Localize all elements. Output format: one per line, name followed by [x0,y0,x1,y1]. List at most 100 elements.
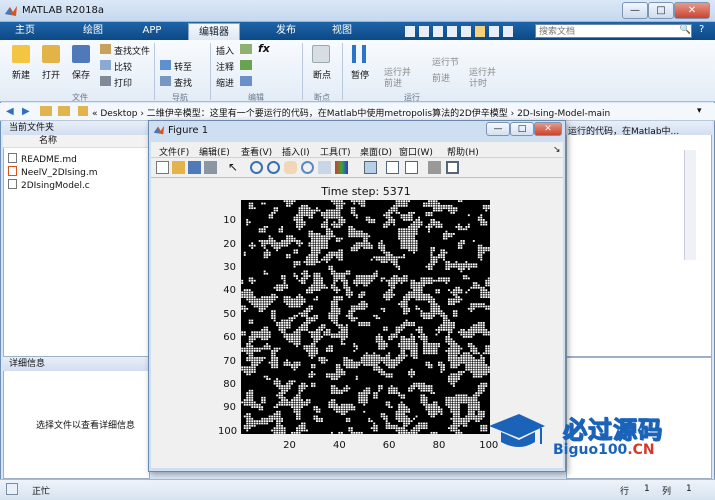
find-button[interactable]: 查找 [174,76,192,89]
spin-up-cell [263,303,266,306]
figure-close-button[interactable]: ✕ [534,122,562,136]
spin-up-cell [368,392,371,394]
brush-icon[interactable] [335,161,348,174]
pause-button[interactable]: 暂停 [351,68,369,81]
file-2disingmodel-c[interactable]: 2DIsingModel.c [8,179,90,191]
spin-up-cell [330,233,333,235]
maximize-button[interactable]: □ [648,2,674,19]
insert-button[interactable]: 插入 [216,44,234,57]
spin-up-cell [398,420,401,423]
goto-button[interactable]: 转至 [174,60,192,73]
rotate-3d-icon[interactable] [301,161,314,174]
indent-button[interactable]: 缩进 [216,76,234,89]
open-button[interactable]: 打开 [42,68,60,81]
zoom-in-icon[interactable] [250,161,263,174]
spin-up-cell [358,303,361,306]
spin-up-cell [350,293,353,296]
spin-up-cell [318,338,321,341]
tab-apps[interactable]: APP [134,22,170,40]
quick-access-icons[interactable] [403,25,515,38]
run-advance-button[interactable]: 运行并前进 [384,68,412,90]
menu-edit[interactable]: 编辑(E) [199,145,230,158]
close-button[interactable]: ✕ [674,2,710,19]
back-arrow-icon[interactable]: ◀ [6,106,14,117]
spin-up-cell [288,298,291,301]
show-plot-tools-icon[interactable] [446,161,459,174]
spin-up-cell [286,286,289,289]
spin-up-cell [475,375,478,378]
file-neelv-2dising[interactable]: NeelV_2DIsing.m [8,166,98,178]
save-button[interactable]: 保存 [72,68,90,81]
run-section-button[interactable]: 运行节 [432,55,459,68]
menu-view[interactable]: 查看(V) [241,145,272,158]
advance-button[interactable]: 前进 [432,71,450,84]
spin-up-cell [455,361,458,364]
spin-up-cell [288,387,291,390]
data-cursor-icon[interactable] [318,161,331,174]
menu-insert[interactable]: 插入(I) [282,145,310,158]
tab-plots[interactable]: 绘图 [76,22,110,40]
menu-file[interactable]: 文件(F) [159,145,189,158]
run-and-time-button[interactable]: 运行并计时 [469,68,497,90]
search-icon[interactable]: 🔍 [679,24,692,38]
tab-editor[interactable]: 编辑器 [188,23,240,40]
spin-up-cell [263,256,266,259]
editor-scrollbar[interactable] [684,150,696,260]
spin-up-cell [248,338,251,341]
editor-tab-title[interactable]: 运行的代码，在Matlab中... [568,124,698,137]
link-plot-icon[interactable] [364,161,377,174]
browse-folder-icon[interactable] [58,106,70,116]
breakpoints-button[interactable]: 断点 [313,68,331,81]
tab-view[interactable]: 视图 [326,22,358,40]
menu-desktop[interactable]: 桌面(D) [360,145,392,158]
comment-button[interactable]: 注释 [216,60,234,73]
find-files-button[interactable]: 查找文件 [114,44,150,57]
name-column-header[interactable]: 名称 [3,135,150,148]
open-file-icon[interactable] [172,161,185,174]
spin-up-cell [350,307,353,310]
new-button[interactable]: 新建 [12,68,30,81]
figure-maximize-button[interactable]: □ [510,122,534,136]
up-folder-icon[interactable] [40,106,52,116]
spin-up-cell [345,314,348,317]
spin-up-cell [380,371,383,373]
path-dropdown-icon[interactable]: ▾ [697,106,702,116]
colorbar-icon[interactable] [386,161,399,174]
spin-up-cell [273,413,276,415]
spin-up-cell [378,338,381,341]
spin-up-cell [413,251,416,254]
forward-arrow-icon[interactable]: ▶ [22,106,30,117]
pan-hand-icon[interactable] [284,161,297,174]
minimize-button[interactable]: — [622,2,648,19]
new-figure-icon[interactable] [156,161,169,174]
legend-icon[interactable] [405,161,418,174]
y-tick-label: 10 [223,215,236,227]
spin-up-cell [365,235,368,238]
pointer-icon[interactable]: ↖ [228,161,241,174]
compare-button[interactable]: 比较 [114,60,132,73]
spin-up-cell [425,340,428,343]
spin-up-cell [251,357,254,359]
spin-up-cell [333,289,336,291]
file-readme[interactable]: README.md [8,153,77,165]
print-button[interactable]: 打印 [114,76,132,89]
help-icon[interactable]: ? [699,24,711,38]
tab-publish[interactable]: 发布 [268,22,304,40]
print-figure-icon[interactable] [204,161,217,174]
spin-up-cell [281,226,284,228]
menu-dock-icon[interactable]: ↘ [553,145,561,155]
hide-plot-tools-icon[interactable] [428,161,441,174]
search-documentation-input[interactable] [535,24,692,38]
menu-tools[interactable]: 工具(T) [320,145,351,158]
menu-window[interactable]: 窗口(W) [399,145,433,158]
spin-up-cell [470,310,473,313]
spin-up-cell [293,272,296,275]
folder-path-breadcrumb[interactable]: « Desktop › 二维伊辛模型：这里有一个要运行的代码，在Matlab中使… [92,106,610,119]
menu-help[interactable]: 帮助(H) [447,145,479,158]
tab-home[interactable]: 主页 [10,22,40,40]
spin-up-cell [393,359,396,362]
fx-button[interactable]: fx [258,42,270,55]
figure-minimize-button[interactable]: — [486,122,510,136]
save-figure-icon[interactable] [188,161,201,174]
zoom-out-icon[interactable] [267,161,280,174]
